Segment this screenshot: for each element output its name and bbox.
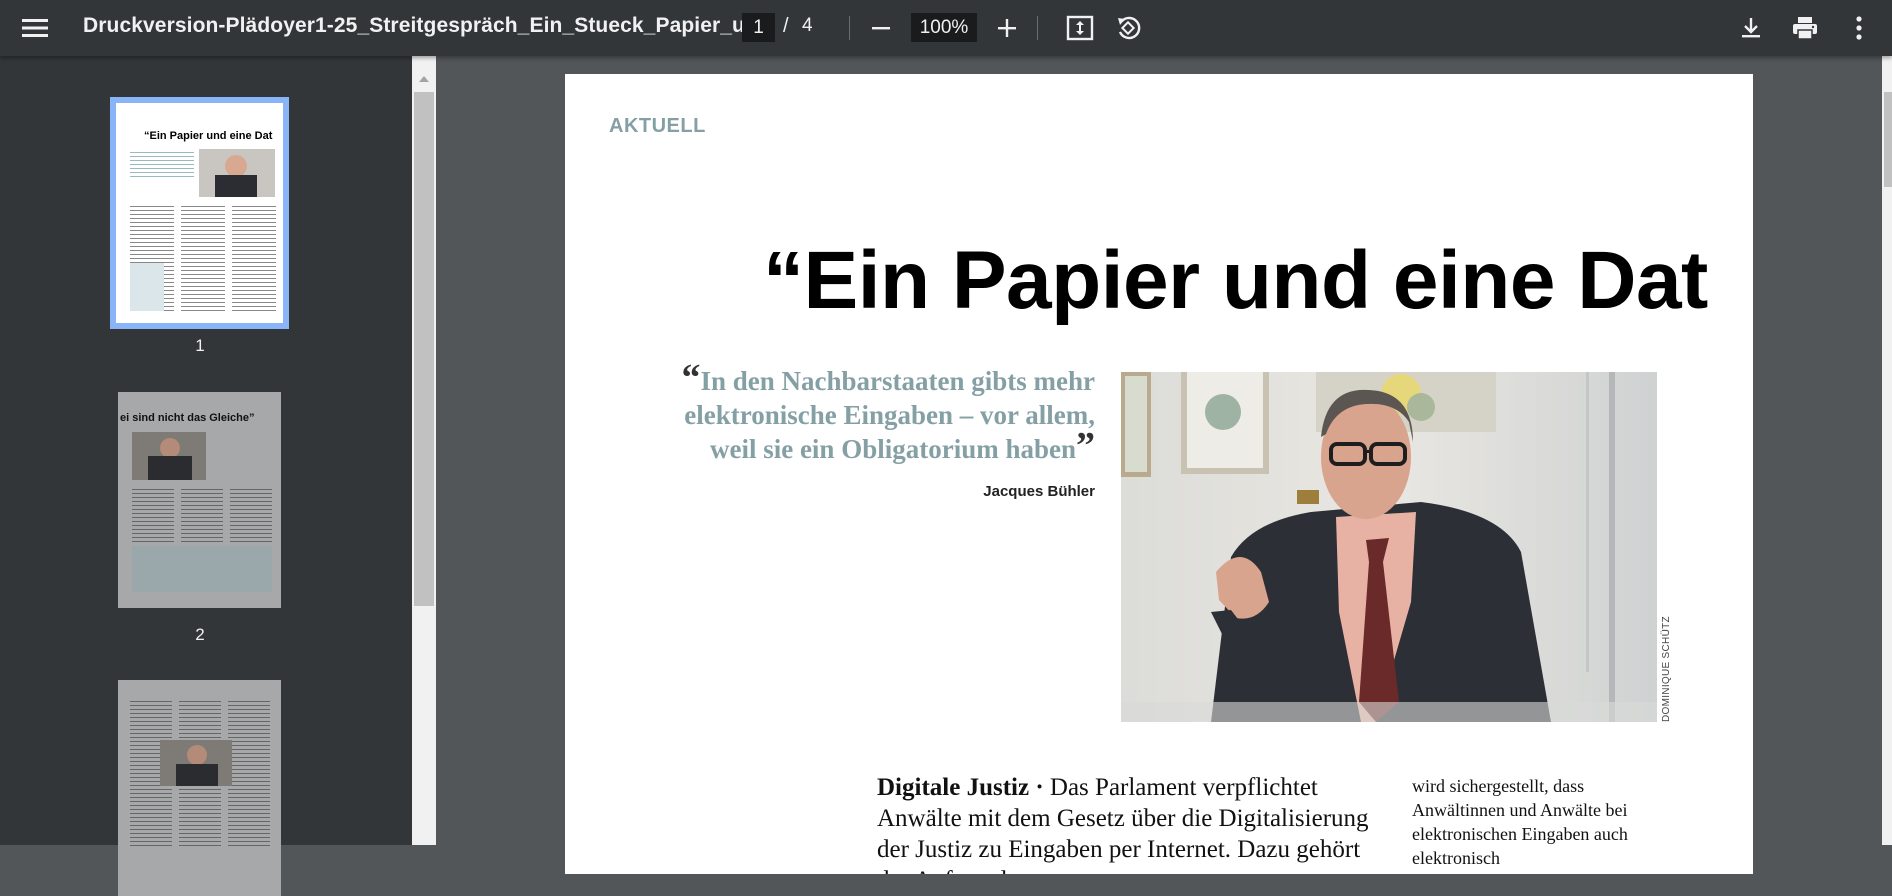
zoom-out-button[interactable] [866,12,896,44]
speaker-photo [1121,372,1657,722]
quote-author: Jacques Bühler [983,483,1095,500]
scroll-up-arrow-icon[interactable] [412,72,436,86]
thumbnail-label-1: 1 [195,336,205,355]
fit-page-icon [1066,15,1094,41]
article-column-1: Digitale Justiz · Das Parlament verpflic… [877,772,1382,874]
thumbnail-1-headline: “Ein Papier und eine Dat [144,130,273,142]
rotate-button[interactable] [1112,12,1144,44]
print-icon [1793,17,1817,40]
thumbnail-1-sidebox [130,263,164,311]
pull-quote-text: In den Nachbarstaaten gibts mehr elektro… [684,366,1095,464]
thumbnail-2-photo [132,432,206,480]
toolbar-divider [849,16,850,40]
thumbnail-2-columns [132,486,272,544]
print-button[interactable] [1788,12,1822,44]
pdf-page-1: AKTUELL “Ein Papier und eine Dat “In den… [565,74,1753,874]
thumbnail-page-3[interactable] [118,680,281,896]
fit-page-button[interactable] [1064,12,1096,44]
thumbnail-sidebar: “Ein Papier und eine Dat 1 ei sind nicht… [0,56,412,896]
sidebar-scrollbar-thumb[interactable] [414,92,434,606]
article-headline: “Ein Papier und eine Dat [763,235,1708,326]
thumbnail-1-text-lines [130,149,194,179]
pull-quote: “In den Nachbarstaaten gibts mehr elektr… [655,359,1095,467]
document-scrollbar-thumb[interactable] [1884,92,1892,187]
download-icon [1742,18,1760,38]
page-number-input[interactable]: 1 [742,13,775,42]
thumbnail-3-photo [160,740,232,786]
hamburger-menu-icon [22,19,48,37]
photo-credit: DOMINIQUE SCHÜTZ [1661,616,1672,722]
quote-open-mark: “ [681,357,701,399]
thumbnail-2-box [132,546,272,592]
section-label: AKTUELL [609,115,706,137]
article-lead-label: Digitale Justiz · [877,774,1044,801]
thumbnail-page-1[interactable]: “Ein Papier und eine Dat [110,97,289,329]
more-options-icon [1856,16,1862,40]
more-options-button[interactable] [1843,12,1875,44]
zoom-out-icon [872,27,890,30]
thumbnail-page-2[interactable]: ei sind nicht das Gleiche” [118,392,281,608]
thumbnail-1-photo [199,149,275,197]
document-title: Druckversion-Plädoyer1-25_Streitgespräch… [83,14,776,37]
thumbnail-page-1-image: “Ein Papier und eine Dat [116,103,283,323]
download-button[interactable] [1735,12,1767,44]
total-pages: 4 [802,15,813,36]
thumbnail-2-headline: ei sind nicht das Gleiche” [120,412,255,424]
thumbnail-label-2: 2 [195,625,205,644]
quote-close-mark: ” [1076,425,1095,467]
toolbar-divider [1037,16,1038,40]
rotate-icon [1118,16,1141,40]
zoom-in-button[interactable] [992,12,1022,44]
zoom-in-icon [998,19,1016,37]
pdf-toolbar: Druckversion-Plädoyer1-25_Streitgespräch… [0,0,1892,56]
article-column-2: wird sichergestellt, dass Anwältinnen un… [1412,776,1628,868]
page-separator: / [783,15,789,37]
menu-button[interactable] [18,12,52,44]
zoom-level-input[interactable]: 100% [911,13,977,42]
